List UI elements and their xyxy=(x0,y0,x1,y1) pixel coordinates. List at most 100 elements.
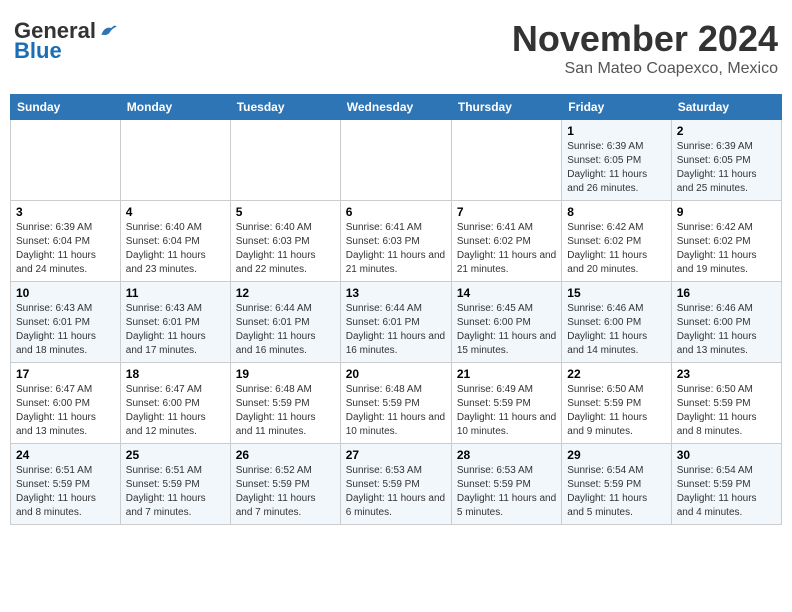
day-info: Sunrise: 6:51 AM Sunset: 5:59 PM Dayligh… xyxy=(126,464,225,520)
calendar-week-row: 10 Sunrise: 6:43 AM Sunset: 6:01 PM Dayli… xyxy=(11,282,782,363)
table-row xyxy=(340,120,451,201)
day-info: Sunrise: 6:48 AM Sunset: 5:59 PM Dayligh… xyxy=(346,383,446,439)
table-row: 10 Sunrise: 6:43 AM Sunset: 6:01 PM Dayli… xyxy=(11,282,121,363)
day-number: 1 xyxy=(567,124,665,138)
day-number: 4 xyxy=(126,205,225,219)
table-row: 17 Sunrise: 6:47 AM Sunset: 6:00 PM Dayli… xyxy=(11,363,121,444)
table-row: 26 Sunrise: 6:52 AM Sunset: 5:59 PM Dayli… xyxy=(230,444,340,525)
day-info: Sunrise: 6:40 AM Sunset: 6:04 PM Dayligh… xyxy=(126,221,225,277)
header-wednesday: Wednesday xyxy=(340,95,451,120)
header-saturday: Saturday xyxy=(671,95,781,120)
table-row xyxy=(230,120,340,201)
location-title: San Mateo Coapexco, Mexico xyxy=(512,60,778,78)
day-info: Sunrise: 6:40 AM Sunset: 6:03 PM Dayligh… xyxy=(236,221,335,277)
logo: General Blue xyxy=(14,18,118,64)
header-tuesday: Tuesday xyxy=(230,95,340,120)
day-number: 14 xyxy=(457,286,556,300)
day-number: 29 xyxy=(567,448,665,462)
day-info: Sunrise: 6:50 AM Sunset: 5:59 PM Dayligh… xyxy=(677,383,776,439)
table-row xyxy=(11,120,121,201)
table-row: 5 Sunrise: 6:40 AM Sunset: 6:03 PM Daylig… xyxy=(230,201,340,282)
day-number: 18 xyxy=(126,367,225,381)
day-info: Sunrise: 6:51 AM Sunset: 5:59 PM Dayligh… xyxy=(16,464,115,520)
table-row xyxy=(451,120,561,201)
day-number: 23 xyxy=(677,367,776,381)
table-row xyxy=(120,120,230,201)
table-row: 4 Sunrise: 6:40 AM Sunset: 6:04 PM Daylig… xyxy=(120,201,230,282)
day-number: 13 xyxy=(346,286,446,300)
header-sunday: Sunday xyxy=(11,95,121,120)
table-row: 18Sunrise: 6:47 AM Sunset: 6:00 PM Dayli… xyxy=(120,363,230,444)
table-row: 23 Sunrise: 6:50 AM Sunset: 5:59 PM Dayli… xyxy=(671,363,781,444)
calendar-week-row: 3 Sunrise: 6:39 AM Sunset: 6:04 PM Daylig… xyxy=(11,201,782,282)
table-row: 21 Sunrise: 6:49 AM Sunset: 5:59 PM Dayli… xyxy=(451,363,561,444)
day-info: Sunrise: 6:53 AM Sunset: 5:59 PM Dayligh… xyxy=(346,464,446,520)
day-number: 26 xyxy=(236,448,335,462)
day-info: Sunrise: 6:54 AM Sunset: 5:59 PM Dayligh… xyxy=(567,464,665,520)
table-row: 28Sunrise: 6:53 AM Sunset: 5:59 PM Dayli… xyxy=(451,444,561,525)
table-row: 9 Sunrise: 6:42 AM Sunset: 6:02 PM Daylig… xyxy=(671,201,781,282)
day-number: 10 xyxy=(16,286,115,300)
day-info: Sunrise: 6:49 AM Sunset: 5:59 PM Dayligh… xyxy=(457,383,556,439)
day-info: Sunrise: 6:53 AM Sunset: 5:59 PM Dayligh… xyxy=(457,464,556,520)
title-area: November 2024 San Mateo Coapexco, Mexico xyxy=(512,18,778,78)
day-number: 11 xyxy=(126,286,225,300)
day-info: Sunrise: 6:39 AM Sunset: 6:05 PM Dayligh… xyxy=(677,140,776,196)
day-info: Sunrise: 6:43 AM Sunset: 6:01 PM Dayligh… xyxy=(16,302,115,358)
day-info: Sunrise: 6:42 AM Sunset: 6:02 PM Dayligh… xyxy=(567,221,665,277)
table-row: 22Sunrise: 6:50 AM Sunset: 5:59 PM Dayli… xyxy=(562,363,671,444)
header-monday: Monday xyxy=(120,95,230,120)
table-row: 13 Sunrise: 6:44 AM Sunset: 6:01 PM Dayli… xyxy=(340,282,451,363)
day-number: 17 xyxy=(16,367,115,381)
table-row: 1 Sunrise: 6:39 AM Sunset: 6:05 PM Daylig… xyxy=(562,120,671,201)
day-number: 27 xyxy=(346,448,446,462)
day-info: Sunrise: 6:39 AM Sunset: 6:04 PM Dayligh… xyxy=(16,221,115,277)
table-row: 2 Sunrise: 6:39 AM Sunset: 6:05 PM Daylig… xyxy=(671,120,781,201)
day-info: Sunrise: 6:41 AM Sunset: 6:03 PM Dayligh… xyxy=(346,221,446,277)
day-number: 2 xyxy=(677,124,776,138)
day-number: 8 xyxy=(567,205,665,219)
calendar-week-row: 24 Sunrise: 6:51 AM Sunset: 5:59 PM Dayli… xyxy=(11,444,782,525)
day-info: Sunrise: 6:46 AM Sunset: 6:00 PM Dayligh… xyxy=(677,302,776,358)
day-number: 15 xyxy=(567,286,665,300)
day-info: Sunrise: 6:42 AM Sunset: 6:02 PM Dayligh… xyxy=(677,221,776,277)
day-number: 6 xyxy=(346,205,446,219)
table-row: 12Sunrise: 6:44 AM Sunset: 6:01 PM Dayli… xyxy=(230,282,340,363)
table-row: 19Sunrise: 6:48 AM Sunset: 5:59 PM Dayli… xyxy=(230,363,340,444)
calendar-table: Sunday Monday Tuesday Wednesday Thursday… xyxy=(10,94,782,525)
logo-bird-icon xyxy=(98,21,118,41)
table-row: 8 Sunrise: 6:42 AM Sunset: 6:02 PM Daylig… xyxy=(562,201,671,282)
header: General Blue November 2024 San Mateo Coa… xyxy=(10,10,782,86)
day-number: 24 xyxy=(16,448,115,462)
day-info: Sunrise: 6:47 AM Sunset: 6:00 PM Dayligh… xyxy=(16,383,115,439)
table-row: 20Sunrise: 6:48 AM Sunset: 5:59 PM Dayli… xyxy=(340,363,451,444)
day-info: Sunrise: 6:43 AM Sunset: 6:01 PM Dayligh… xyxy=(126,302,225,358)
table-row: 29 Sunrise: 6:54 AM Sunset: 5:59 PM Dayli… xyxy=(562,444,671,525)
table-row: 30Sunrise: 6:54 AM Sunset: 5:59 PM Dayli… xyxy=(671,444,781,525)
day-number: 21 xyxy=(457,367,556,381)
day-number: 30 xyxy=(677,448,776,462)
table-row: 3 Sunrise: 6:39 AM Sunset: 6:04 PM Daylig… xyxy=(11,201,121,282)
day-number: 5 xyxy=(236,205,335,219)
day-info: Sunrise: 6:41 AM Sunset: 6:02 PM Dayligh… xyxy=(457,221,556,277)
table-row: 16 Sunrise: 6:46 AM Sunset: 6:00 PM Dayli… xyxy=(671,282,781,363)
day-number: 7 xyxy=(457,205,556,219)
table-row: 24 Sunrise: 6:51 AM Sunset: 5:59 PM Dayli… xyxy=(11,444,121,525)
logo-blue-text: Blue xyxy=(14,38,62,64)
day-number: 16 xyxy=(677,286,776,300)
day-number: 12 xyxy=(236,286,335,300)
table-row: 25Sunrise: 6:51 AM Sunset: 5:59 PM Dayli… xyxy=(120,444,230,525)
table-row: 6 Sunrise: 6:41 AM Sunset: 6:03 PM Daylig… xyxy=(340,201,451,282)
day-number: 3 xyxy=(16,205,115,219)
table-row: 7 Sunrise: 6:41 AM Sunset: 6:02 PM Daylig… xyxy=(451,201,561,282)
day-number: 9 xyxy=(677,205,776,219)
calendar-header-row: Sunday Monday Tuesday Wednesday Thursday… xyxy=(11,95,782,120)
day-number: 22 xyxy=(567,367,665,381)
table-row: 11 Sunrise: 6:43 AM Sunset: 6:01 PM Dayli… xyxy=(120,282,230,363)
table-row: 14Sunrise: 6:45 AM Sunset: 6:00 PM Dayli… xyxy=(451,282,561,363)
day-info: Sunrise: 6:52 AM Sunset: 5:59 PM Dayligh… xyxy=(236,464,335,520)
day-info: Sunrise: 6:39 AM Sunset: 6:05 PM Dayligh… xyxy=(567,140,665,196)
table-row: 27 Sunrise: 6:53 AM Sunset: 5:59 PM Dayli… xyxy=(340,444,451,525)
day-info: Sunrise: 6:44 AM Sunset: 6:01 PM Dayligh… xyxy=(346,302,446,358)
day-info: Sunrise: 6:46 AM Sunset: 6:00 PM Dayligh… xyxy=(567,302,665,358)
